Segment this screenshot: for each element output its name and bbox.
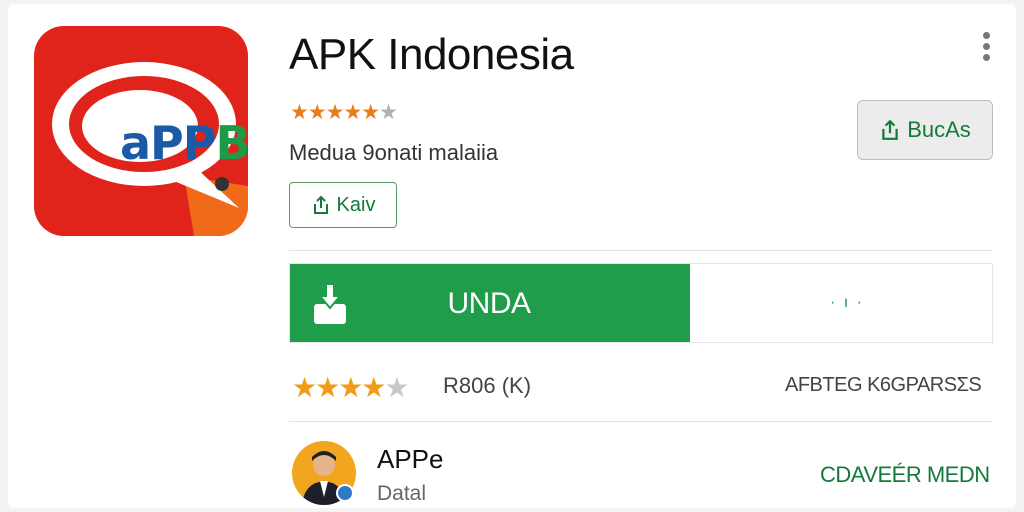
app-logo-text: aPPB — [120, 116, 248, 170]
kaiv-button[interactable]: Kaiv — [289, 182, 397, 228]
developer-subtitle: Datal — [377, 482, 427, 505]
related-link[interactable]: AFBTEG K6GPARSƩS — [785, 374, 982, 397]
share-icon — [313, 195, 328, 214]
download-button[interactable]: UNDA · ı · — [289, 263, 993, 343]
verified-badge-icon — [336, 484, 354, 502]
app-title: APK Indonesia — [289, 30, 574, 79]
contact-developer-button[interactable]: CDAVEÉR MEDN — [820, 462, 990, 488]
share-icon — [882, 119, 898, 140]
app-subtitle: Medua 9onati malaiia — [289, 140, 499, 165]
divider — [289, 421, 993, 422]
download-label: UNDA — [447, 287, 531, 320]
rating-stars: ★★★★★ — [292, 372, 410, 403]
developer-name: APPe — [377, 444, 444, 474]
divider — [289, 250, 993, 251]
rating-count: R806 (K) — [443, 373, 532, 398]
app-logo-icon: aPPB — [34, 26, 248, 236]
header-rating-stars: ★★★★★★ — [290, 101, 398, 124]
more-vert-icon[interactable] — [980, 32, 992, 68]
download-progress-dots: · ı · — [830, 294, 864, 311]
bucas-button[interactable]: BucAs — [857, 100, 993, 160]
kaiv-button-label: Kaiv — [336, 193, 376, 216]
bucas-button-label: BucAs — [907, 117, 971, 142]
